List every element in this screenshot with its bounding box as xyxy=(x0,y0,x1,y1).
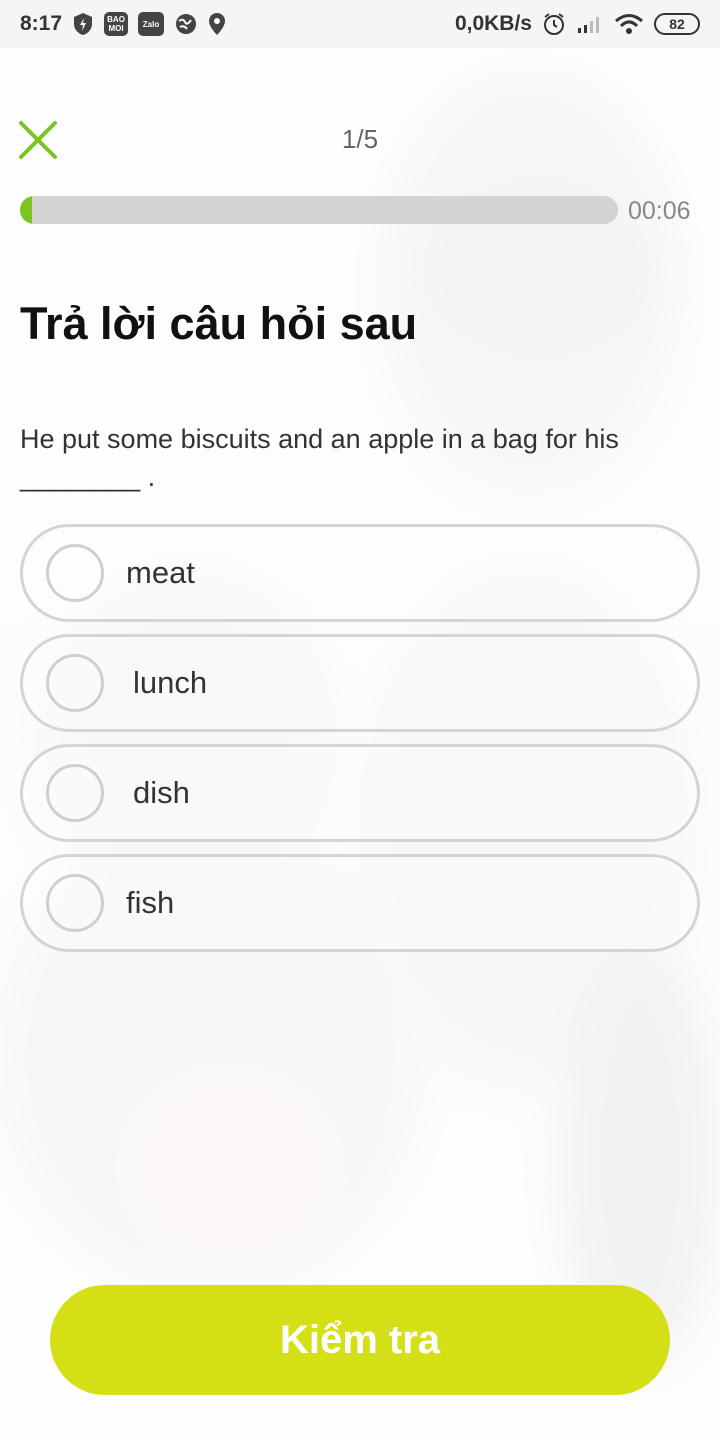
question-counter: 1/5 xyxy=(341,124,379,154)
radio-unchecked-icon[interactable] xyxy=(46,654,104,712)
option-label: lunch xyxy=(133,665,208,700)
option-lunch[interactable]: lunch xyxy=(20,634,700,732)
radio-unchecked-icon[interactable] xyxy=(46,544,104,602)
zalo-app-icon: Zalo xyxy=(138,12,165,36)
check-button[interactable]: Kiểm tra xyxy=(50,1285,670,1395)
wifi-icon xyxy=(614,13,644,35)
option-dish[interactable]: dish xyxy=(20,744,700,842)
globe-icon xyxy=(174,12,198,36)
location-icon xyxy=(208,12,226,36)
option-meat[interactable]: meat xyxy=(20,524,700,622)
option-label: dish xyxy=(133,775,190,810)
alarm-icon xyxy=(542,12,566,36)
progress-bar xyxy=(20,196,618,224)
progress-fill xyxy=(20,196,32,224)
status-bar: 8:17 BAO MOI Zalo 0,0KB/s 82 xyxy=(0,0,720,48)
radio-unchecked-icon[interactable] xyxy=(46,874,104,932)
option-label: meat xyxy=(126,555,195,590)
baomoi-app-icon: BAO MOI xyxy=(104,12,129,36)
option-fish[interactable]: fish xyxy=(20,854,700,952)
timer: 00:06 xyxy=(628,197,691,225)
network-speed: 0,0KB/s xyxy=(454,12,532,35)
question-text: He put some biscuits and an apple in a b… xyxy=(20,424,619,492)
signal-icon xyxy=(576,14,604,34)
status-time: 8:17 xyxy=(20,12,63,35)
page-title: Trả lời câu hỏi sau xyxy=(20,298,418,349)
radio-unchecked-icon[interactable] xyxy=(46,764,104,822)
option-label: fish xyxy=(126,885,175,920)
battery-icon: 82 xyxy=(654,13,700,35)
answer-options: meat lunch dish fish xyxy=(20,524,700,964)
power-saver-icon xyxy=(72,12,94,36)
